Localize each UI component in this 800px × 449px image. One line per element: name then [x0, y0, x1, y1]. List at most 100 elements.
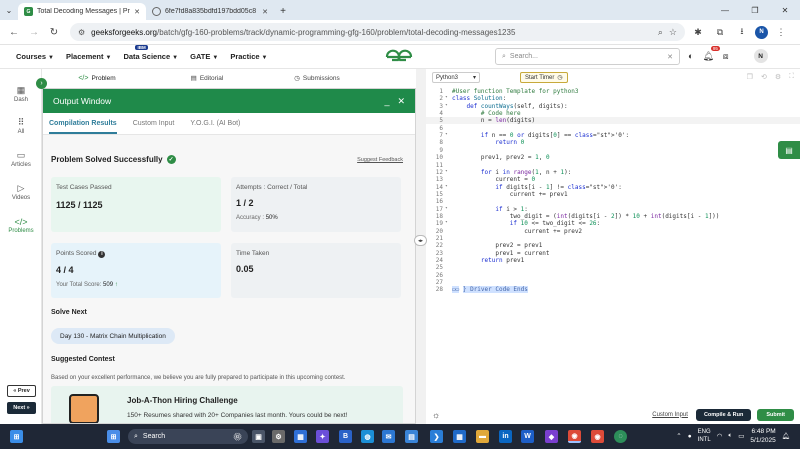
tab-editorial[interactable]: ▤ Editorial [152, 74, 262, 83]
tab-search-icon[interactable]: ⌄ [0, 0, 18, 20]
file-explorer-icon[interactable]: ▬ [476, 430, 489, 443]
chrome-icon[interactable]: ◉ [591, 430, 604, 443]
menu-dots-icon[interactable]: ⋮ [772, 23, 790, 41]
panel-divider[interactable] [416, 69, 426, 424]
forward-button[interactable]: → [26, 24, 42, 40]
tab-custom-input[interactable]: Custom Input [133, 120, 175, 127]
language-indicator[interactable]: ENG INTL [698, 428, 711, 444]
tab-compilation-results[interactable]: Compilation Results [49, 114, 117, 134]
address-bar[interactable]: ⚙ geeksforgeeks.org/batch/gfg-160-proble… [70, 23, 685, 41]
fullscreen-icon[interactable]: ⛶ [789, 73, 794, 81]
extensions-icon[interactable]: ✱ [689, 23, 707, 41]
code-area[interactable]: 1 #User function Template for python3 2 ▾ cl… [426, 88, 800, 398]
code-line: # Code here [452, 110, 521, 118]
puzzle-icon[interactable]: ⧉ [711, 23, 729, 41]
window-close-icon[interactable]: ✕ [770, 0, 800, 20]
store-icon[interactable]: ▤ [405, 430, 418, 443]
copilot-icon[interactable]: ◆ [545, 430, 558, 443]
tab-problem[interactable]: </> Problem [42, 75, 152, 82]
search-icon[interactable]: ⌕ [658, 27, 663, 38]
notification-bell-icon[interactable]: 🔔︎ 95 [702, 45, 720, 62]
prev-button[interactable]: « Prev [7, 385, 36, 397]
user-avatar[interactable]: N [753, 49, 768, 63]
sidebar-toggle-button[interactable]: › [36, 78, 47, 89]
nav-practice[interactable]: Practice ▼ [230, 52, 267, 61]
theme-toggle-icon[interactable]: ◐ [688, 51, 693, 61]
download-icon[interactable]: ⭳ [733, 23, 751, 41]
custom-input-link[interactable]: Custom Input [652, 412, 688, 418]
editor-settings-icon[interactable]: ☼ [432, 410, 440, 420]
clock[interactable]: 6:48 PM 5/1/2025 [750, 427, 775, 445]
gfg-search-input[interactable]: ⌕ Search... ✕ [495, 48, 680, 65]
sidebar-item-all[interactable]: ⠿ All [0, 117, 42, 135]
windows-start-icon[interactable]: ⊞ [10, 430, 23, 443]
minimize-icon[interactable]: — [710, 0, 740, 20]
hiring-challenge-banner[interactable]: Job-A-Thon Hiring Challenge 150+ Resumes… [51, 386, 403, 423]
nav-data-science[interactable]: IBM Data Science ▼ [123, 45, 178, 61]
clear-icon[interactable]: ✕ [667, 53, 673, 61]
reload-button[interactable]: ↻ [46, 24, 62, 40]
chat-icon[interactable]: ▤ [778, 141, 800, 159]
solve-next-chip[interactable]: Day 130 - Matrix Chain Multiplication [51, 328, 175, 344]
app-icon[interactable]: ▦ [294, 430, 307, 443]
sidebar-item-dash[interactable]: ▦ Dash [0, 85, 42, 103]
minimize-icon[interactable]: _ [384, 96, 389, 106]
sidebar-item-articles[interactable]: ▭ Articles [0, 150, 42, 168]
resize-handle-icon[interactable]: ◂▸ [414, 235, 427, 246]
linkedin-icon[interactable]: in [499, 430, 512, 443]
gfg-logo[interactable] [384, 49, 414, 68]
sidebar-item-problems[interactable]: </> Problems [0, 217, 42, 234]
edge-icon[interactable]: ◍ [361, 430, 374, 443]
settings-icon[interactable]: ⚙ [775, 73, 781, 81]
info-icon[interactable]: i [98, 251, 106, 258]
tab-submissions[interactable]: ◷ Submissions [262, 74, 372, 83]
calendar-icon[interactable]: ▦ [453, 430, 466, 443]
submit-button[interactable]: Submit [757, 408, 794, 421]
nav-gate[interactable]: GATE ▼ [190, 52, 218, 61]
tab-close-icon[interactable]: ✕ [134, 8, 140, 16]
tab-yogi-ai-bot[interactable]: Y.O.G.I. (AI Bot) [190, 120, 240, 127]
line-number: 27 [435, 279, 443, 287]
restore-icon[interactable]: ❐ [740, 0, 770, 20]
windows-logo-icon[interactable]: ⊞ [107, 430, 120, 443]
suggest-feedback-link[interactable]: Suggest Feedback [357, 157, 403, 163]
word-icon[interactable]: W [521, 430, 534, 443]
taskbar-search[interactable]: ⌕ Search 🌼︎ [128, 429, 248, 444]
teams-icon[interactable]: ✦ [316, 430, 329, 443]
back-button[interactable]: ← [6, 24, 22, 40]
attempts-card: Attempts : Correct / Total 1 / 2 Accurac… [231, 177, 401, 232]
wifi-icon[interactable]: ◠ [717, 432, 723, 440]
volume-icon[interactable]: 🔈︎ [728, 432, 732, 440]
site-info-icon[interactable]: ⚙ [78, 28, 85, 37]
chrome-active-icon[interactable]: ◉ [568, 430, 581, 443]
system-tray: ⌃ ● ENG INTL ◠ 🔈︎ ▭ 6:48 PM 5/1/2025 🔔︎ [676, 427, 790, 445]
close-icon[interactable]: ✕ [397, 96, 405, 107]
chevron-up-icon[interactable]: ⌃ [676, 432, 681, 440]
nav-placement[interactable]: Placement ▼ [66, 52, 111, 61]
browser-tab-inactive[interactable]: 6fe7fd8a835bdfd197bdd05c8 ✕ [146, 3, 274, 20]
tab-close-icon[interactable]: ✕ [262, 8, 268, 16]
next-button[interactable]: Next » [7, 402, 36, 414]
b-app-icon[interactable]: B [339, 430, 352, 443]
start-timer-button[interactable]: Start Timer ◷ [520, 72, 568, 83]
compile-run-button[interactable]: Compile & Run [695, 408, 752, 421]
nav-courses[interactable]: Courses ▼ [16, 52, 54, 61]
browser-tab-active[interactable]: G Total Decoding Messages | Pra ✕ [18, 3, 146, 20]
whatsapp-icon[interactable]: ◌ [614, 430, 627, 443]
profile-avatar[interactable]: N [755, 25, 768, 39]
task-view-icon[interactable]: ▣ [252, 430, 265, 443]
mail-icon[interactable]: ✉ [382, 430, 395, 443]
test-cases-card: Test Cases Passed 1125 / 1125 [51, 177, 221, 232]
settings-icon[interactable]: ⚙ [272, 430, 285, 443]
bookmark-star-icon[interactable]: ☆ [669, 27, 677, 38]
reset-icon[interactable]: ⟲ [761, 73, 767, 81]
notifications-icon[interactable]: 🔔︎ [782, 432, 790, 440]
sidebar-item-videos[interactable]: ▷ Videos [0, 183, 42, 201]
translate-icon[interactable]: ⧈ [723, 51, 729, 62]
language-select[interactable]: Python3 ▾ [432, 72, 480, 83]
battery-icon[interactable]: ▭ [738, 432, 744, 440]
vscode-icon[interactable]: ❯ [430, 430, 443, 443]
copy-icon[interactable]: ❐ [747, 73, 753, 81]
new-tab-button[interactable]: + [274, 3, 292, 20]
tray-app-icon[interactable]: ● [688, 433, 692, 440]
